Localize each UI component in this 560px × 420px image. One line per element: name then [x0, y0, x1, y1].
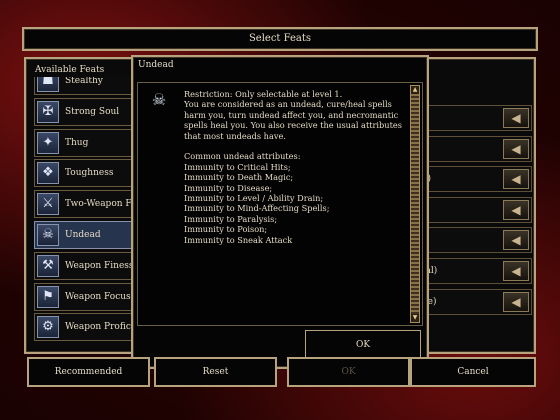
description-line: Restriction: Only selectable at level 1.: [184, 89, 343, 99]
left-arrow-icon[interactable]: ◀: [503, 291, 529, 312]
description-line: You are considered as an undead, cure/he…: [184, 99, 402, 141]
selected-feat-item[interactable]: m)◀: [416, 166, 532, 193]
feat-item[interactable]: ⚔ Two-Weapon F: [34, 190, 142, 219]
feat-item-label: Thug: [65, 137, 89, 148]
left-arrow-icon[interactable]: ◀: [503, 230, 529, 251]
left-arrow-icon[interactable]: ◀: [503, 138, 529, 159]
description-line: Immunity to Disease;: [184, 182, 273, 193]
feat-item-label: Strong Soul: [65, 106, 120, 117]
available-feats-list[interactable]: ☗ Stealthy ✠ Strong Soul ✦ Thug ❖ Toughness ⚔ Two…: [34, 77, 142, 347]
description-line: Immunity to Poison;: [184, 224, 268, 235]
strong-soul-icon: ✠: [37, 100, 59, 123]
feat-item[interactable]: ✦ Thug: [34, 128, 142, 157]
feat-item-label: Undead: [65, 230, 101, 240]
feat-item[interactable]: ⚑ Weapon Focus: [34, 282, 142, 311]
undead-icon: ☠: [37, 224, 59, 246]
selected-feat-item[interactable]: ◀: [416, 196, 532, 223]
feat-item[interactable]: ⚒ Weapon Finesse: [34, 251, 142, 280]
ok-button[interactable]: OK: [287, 357, 410, 387]
feat-item-label: Weapon Finesse: [65, 260, 139, 271]
scroll-up-icon[interactable]: ▲: [411, 86, 419, 94]
stealthy-icon: ☗: [37, 77, 59, 92]
left-arrow-icon[interactable]: ◀: [503, 108, 529, 128]
scroll-down-icon[interactable]: ▼: [411, 314, 419, 322]
left-arrow-icon[interactable]: ◀: [503, 169, 529, 190]
feat-item-label: Weapon Profici: [65, 322, 134, 333]
feat-item[interactable]: ✠ Strong Soul: [34, 97, 142, 126]
selected-feat-item[interactable]: tial)◀: [416, 258, 532, 284]
thug-icon: ✦: [37, 131, 59, 154]
description-line: Immunity to Level / Ability Drain;: [184, 193, 324, 204]
left-arrow-icon[interactable]: ◀: [503, 261, 529, 281]
description-line: Immunity to Death Magic;: [184, 172, 294, 183]
selected-feat-item[interactable]: l)◀: [416, 105, 532, 131]
description-scrollbar[interactable]: ▲ ▼: [410, 85, 420, 323]
recommended-button[interactable]: Recommended: [27, 357, 150, 387]
feat-item[interactable]: ☠ Undead: [34, 221, 142, 249]
two-weapon-icon: ⚔: [37, 193, 59, 216]
description-line: Immunity to Sneak Attack: [184, 234, 293, 245]
feat-item-label: Toughness: [65, 168, 114, 179]
selected-feats-list[interactable]: l)◀◀m)◀◀◀tial)◀ble)◀: [416, 105, 532, 345]
feat-item[interactable]: ❖ Toughness: [34, 159, 142, 188]
feat-description-dialog: Undead ☠ Restriction: Only selectable at…: [131, 55, 429, 369]
description-line: Common undead attributes:: [184, 151, 301, 162]
weapon-focus-icon: ⚑: [37, 285, 59, 308]
selected-feat-item[interactable]: ◀: [416, 227, 532, 254]
dialog-description-panel: ☠ Restriction: Only selectable at level …: [137, 82, 423, 326]
description-line: Immunity to Critical Hits;: [184, 161, 291, 172]
cancel-button[interactable]: Cancel: [410, 357, 536, 387]
feat-item-label: Stealthy: [65, 77, 103, 86]
feat-item-label: Weapon Focus: [65, 291, 131, 302]
description-line: Immunity to Paralysis;: [184, 213, 278, 224]
feat-item[interactable]: ⚙ Weapon Profici: [34, 313, 142, 342]
selected-feat-item[interactable]: ble)◀: [416, 288, 532, 315]
weapon-finesse-icon: ⚒: [37, 254, 59, 277]
description-line: Immunity to Mind-Affecting Spells;: [184, 203, 330, 214]
selected-feat-item[interactable]: ◀: [416, 135, 532, 162]
feat-description-text: Restriction: Only selectable at level 1.…: [184, 89, 410, 245]
reset-button[interactable]: Reset: [154, 357, 277, 387]
left-arrow-icon[interactable]: ◀: [503, 199, 529, 220]
toughness-icon: ❖: [37, 162, 59, 185]
undead-icon: ☠: [151, 90, 167, 109]
weapon-proficiency-icon: ⚙: [37, 316, 59, 339]
description-line: [184, 141, 410, 151]
window-title-bar: Select Feats: [22, 27, 538, 51]
window-title: Select Feats: [248, 33, 312, 44]
feat-item[interactable]: ☗ Stealthy: [34, 77, 142, 95]
feat-item-label: Two-Weapon F: [65, 199, 132, 210]
available-feats-label: Available Feats: [35, 65, 105, 75]
dialog-title: Undead: [138, 60, 174, 70]
